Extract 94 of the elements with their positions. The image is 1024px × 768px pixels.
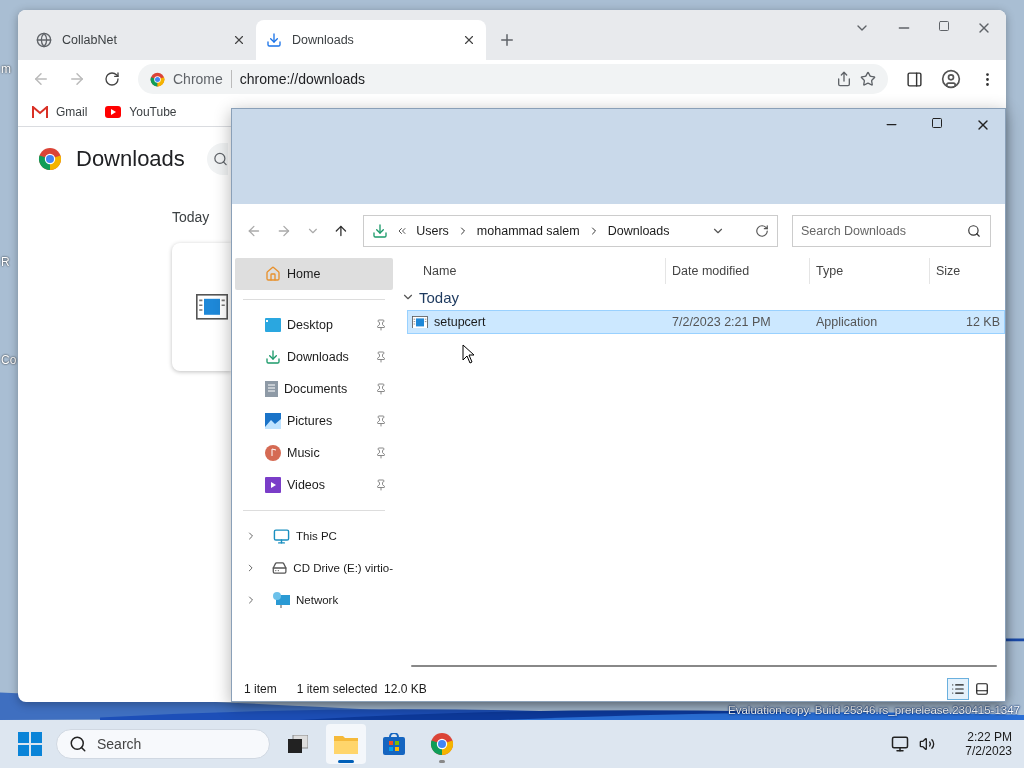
file-name: setupcert xyxy=(408,315,666,329)
breadcrumb-item[interactable]: Users xyxy=(416,224,449,238)
breadcrumb-item[interactable]: Downloads xyxy=(607,224,670,238)
clock[interactable]: 2:22 PM 7/2/2023 xyxy=(965,730,1012,758)
youtube-icon xyxy=(105,106,122,118)
chrome-icon xyxy=(38,147,62,171)
sidebar-item[interactable]: CD Drive (E:) virtio- xyxy=(235,552,393,584)
document-icon xyxy=(265,381,278,397)
scrollbar[interactable] xyxy=(411,665,997,667)
refresh-icon[interactable] xyxy=(755,224,769,238)
list-icon xyxy=(951,682,965,696)
sidebar-item[interactable]: Home xyxy=(235,258,393,290)
download-icon xyxy=(266,32,282,48)
pictures-icon xyxy=(265,413,281,429)
search-icon[interactable] xyxy=(967,224,981,238)
monitor-icon xyxy=(273,527,290,545)
start-icon[interactable] xyxy=(18,732,42,756)
sidebar-item[interactable]: Network xyxy=(235,584,393,616)
browser-tab[interactable]: Downloads xyxy=(256,20,486,60)
page-title: Downloads xyxy=(76,146,185,172)
pin-icon[interactable] xyxy=(375,479,387,491)
search-field[interactable]: Search xyxy=(56,729,270,759)
panel-icon xyxy=(975,682,989,696)
chrome-icon xyxy=(430,732,454,756)
store-icon xyxy=(383,733,405,755)
pin-icon[interactable] xyxy=(375,383,387,395)
home-icon xyxy=(265,266,281,282)
details-view-button[interactable] xyxy=(947,678,969,700)
browser-tab[interactable]: CollabNet xyxy=(26,20,256,60)
sidebar-item[interactable]: This PC xyxy=(235,520,393,552)
profile-icon[interactable] xyxy=(941,69,961,89)
desktop-icon-label: Co xyxy=(1,353,17,367)
cursor-icon xyxy=(462,344,475,364)
desktop-icon xyxy=(265,318,281,332)
taskbar-app[interactable] xyxy=(326,724,366,764)
search-icon[interactable] xyxy=(69,735,87,753)
selection-status: 1 item selected 12.0 KB xyxy=(296,682,427,696)
pin-icon[interactable] xyxy=(375,319,387,331)
download-icon xyxy=(265,349,281,365)
sidebar-item[interactable]: Music xyxy=(235,437,393,469)
pin-icon[interactable] xyxy=(375,447,387,459)
share-icon[interactable] xyxy=(836,71,852,87)
site-label: Chrome xyxy=(173,71,223,87)
network-icon xyxy=(273,592,290,608)
bookmark-link[interactable]: YouTube xyxy=(105,105,177,119)
bookmark-link[interactable]: Gmail xyxy=(32,105,88,119)
size-cell-text: 12 KB xyxy=(964,315,1001,329)
file-row[interactable]: setupcert 7/2/2023 2:21 PM Application 12 KB xyxy=(407,310,1005,334)
folder-icon xyxy=(334,734,358,754)
gmail-icon xyxy=(32,106,48,118)
url-text: chrome://downloads xyxy=(239,71,367,87)
application-icon xyxy=(412,315,428,329)
column-header[interactable]: Type xyxy=(809,258,929,284)
volume-icon[interactable] xyxy=(919,736,936,752)
task-view-icon xyxy=(288,735,308,753)
column-header[interactable]: Date modified xyxy=(665,258,809,284)
column-header[interactable]: Name xyxy=(407,258,665,284)
music-icon xyxy=(265,445,281,461)
breadcrumb-item[interactable]: mohammad salem xyxy=(476,224,580,238)
address-bar[interactable]: Users mohammad salem Downloads xyxy=(363,215,778,247)
chrome-icon xyxy=(150,71,165,87)
section-heading: Today xyxy=(172,209,211,225)
maximize-icon[interactable] xyxy=(931,117,943,129)
group-heading: Today xyxy=(419,288,460,306)
globe-icon xyxy=(36,32,52,48)
bookmark-star-icon[interactable] xyxy=(860,71,876,87)
videos-icon xyxy=(265,477,281,493)
sidebar-item[interactable]: Documents xyxy=(235,373,393,405)
sidebar-item[interactable]: Downloads xyxy=(235,341,393,373)
maximize-icon[interactable] xyxy=(938,20,950,32)
pin-icon[interactable] xyxy=(375,415,387,427)
type-cell-text: Application xyxy=(815,315,879,329)
search-field[interactable] xyxy=(206,143,228,175)
date-cell-text: 7/2/2023 2:21 PM xyxy=(671,315,772,329)
sidebar-item[interactable]: Desktop xyxy=(235,309,393,341)
close-tab-icon[interactable] xyxy=(462,33,476,47)
sidebar-item[interactable]: Videos xyxy=(235,469,393,501)
overflow-icon[interactable] xyxy=(396,225,409,237)
desktop-icon-label: m xyxy=(1,62,11,76)
application-icon xyxy=(196,294,228,320)
address-bar[interactable]: Chrome chrome://downloads xyxy=(138,64,888,94)
column-header[interactable]: Size xyxy=(929,258,1005,284)
drive-icon xyxy=(272,560,288,576)
reload-icon[interactable] xyxy=(104,71,120,87)
side-panel-icon[interactable] xyxy=(906,70,923,88)
desktop-icon-label: R xyxy=(1,255,10,269)
new-tab-icon[interactable] xyxy=(498,31,516,49)
close-tab-icon[interactable] xyxy=(232,33,246,47)
download-icon xyxy=(372,223,389,239)
pin-icon[interactable] xyxy=(375,351,387,363)
item-count: 1 item xyxy=(244,682,277,696)
sidebar-item[interactable]: Pictures xyxy=(235,405,393,437)
network-status-icon[interactable] xyxy=(891,735,910,753)
search-field[interactable]: Search Downloads xyxy=(792,215,991,247)
